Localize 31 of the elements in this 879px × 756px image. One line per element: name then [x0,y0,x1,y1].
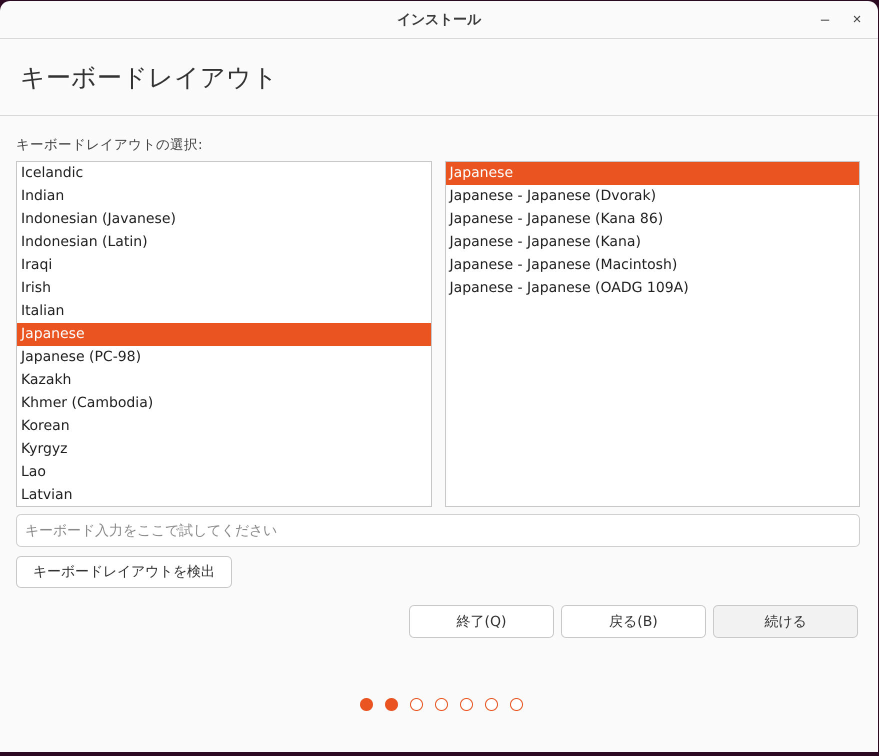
layout-item[interactable]: Japanese (PC-98) [17,346,430,369]
window-title: インストール [397,10,481,28]
layout-item[interactable]: Italian [17,300,430,323]
layout-item[interactable]: Kazakh [17,369,430,392]
layout-item[interactable]: Kyrgyz [17,438,430,461]
action-button[interactable]: 続ける [713,605,858,638]
variant-item[interactable]: Japanese [446,162,859,185]
variant-item[interactable]: Japanese - Japanese (Dvorak) [446,185,859,208]
close-button[interactable]: × [844,7,870,31]
minimize-button[interactable]: – [812,7,838,31]
variant-item[interactable]: Japanese - Japanese (Macintosh) [446,254,859,277]
layout-item[interactable]: Indonesian (Javanese) [17,208,430,231]
page-heading: キーボードレイアウト [20,62,278,94]
detect-layout-button[interactable]: キーボードレイアウトを検出 [16,556,232,588]
layout-item[interactable]: Lao [17,461,430,484]
layout-item[interactable]: Khmer (Cambodia) [17,392,430,415]
action-button[interactable]: 戻る(B) [561,605,706,638]
layout-item[interactable]: Icelandic [17,162,430,185]
variant-item[interactable]: Japanese - Japanese (Kana 86) [446,208,859,231]
layout-item[interactable]: Irish [17,277,430,300]
layout-item[interactable]: Iraqi [17,254,430,277]
test-input-field[interactable]: キーボード入力をここで試してください [16,514,860,547]
layout-label: キーボードレイアウトの選択: [16,136,204,154]
layout-item[interactable]: Indonesian (Latin) [17,231,430,254]
layout-item[interactable]: Latvian [17,484,430,506]
action-button[interactable]: 終了(Q) [409,605,554,638]
variant-item[interactable]: Japanese - Japanese (OADG 109A) [446,277,859,300]
layout-item[interactable]: Japanese [17,323,430,346]
layout-item[interactable]: Indian [17,185,430,208]
layout-item[interactable]: Korean [17,415,430,438]
variant-item[interactable]: Japanese - Japanese (Kana) [446,231,859,254]
